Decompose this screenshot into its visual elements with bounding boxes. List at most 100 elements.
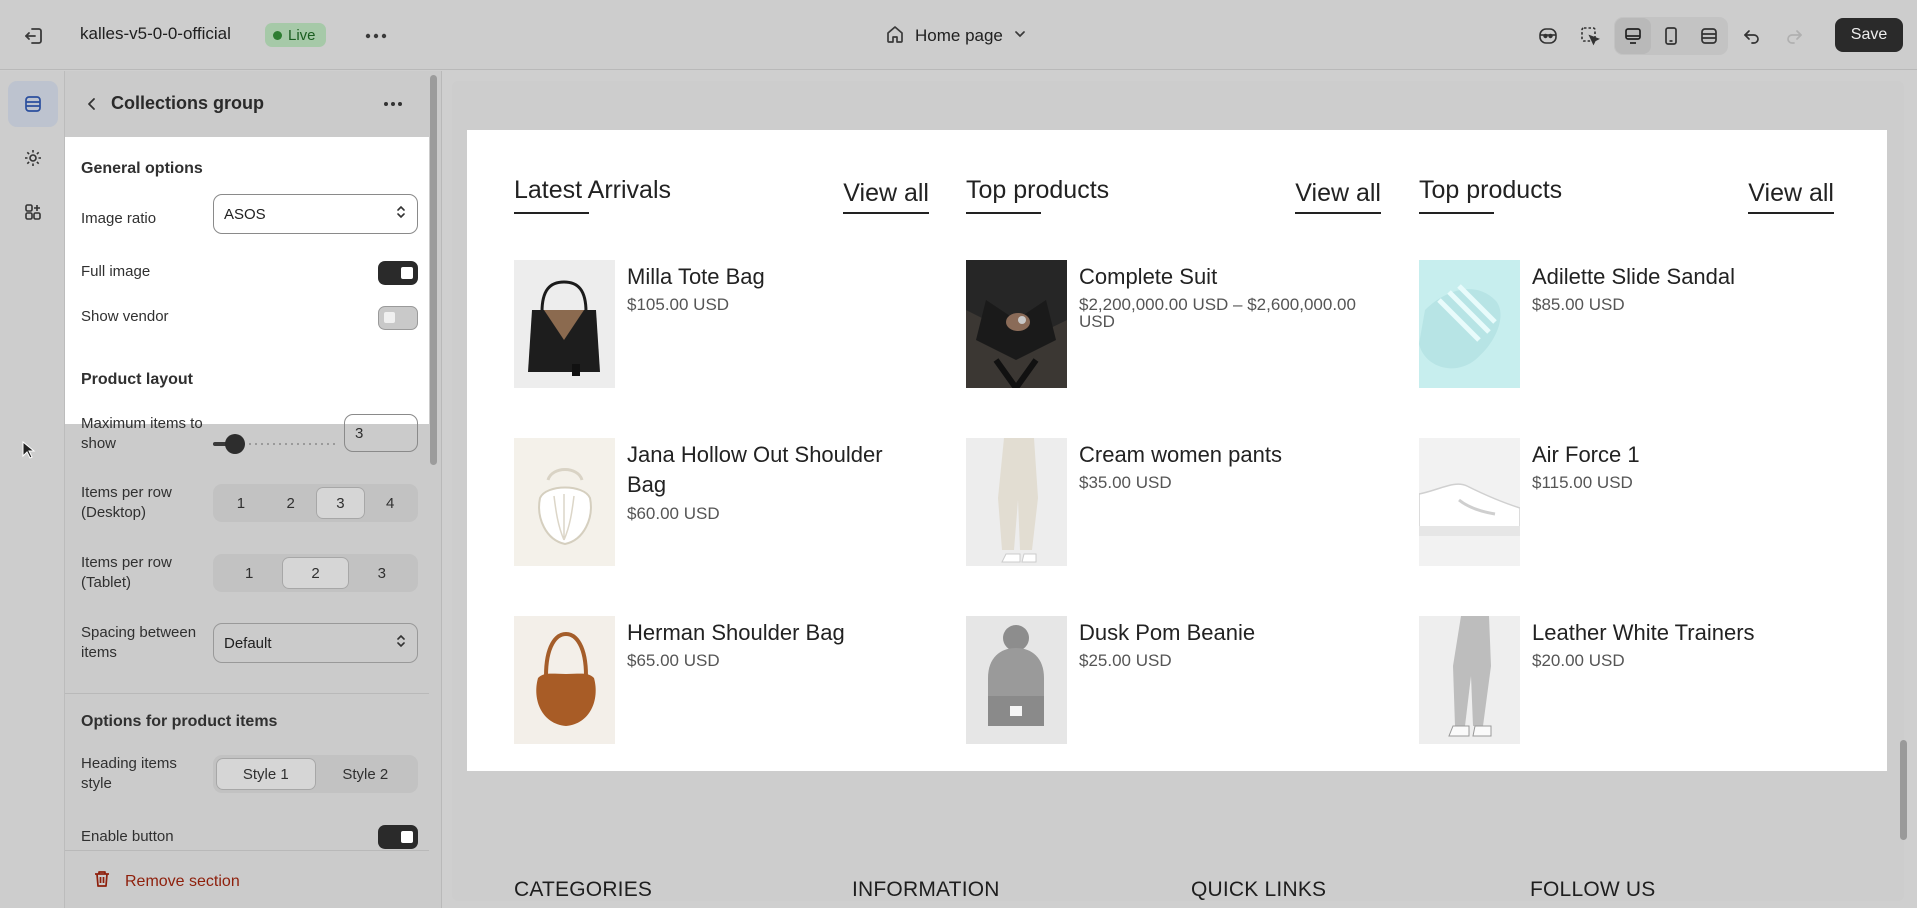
product-layout-title: Product layout <box>81 371 194 388</box>
product-image-shoulder-bag <box>514 438 615 566</box>
desktop-icon[interactable] <box>1615 18 1651 54</box>
more-icon[interactable] <box>360 22 392 50</box>
product-price: $105.00 USD <box>627 295 730 314</box>
panel-scrollbar[interactable] <box>430 75 437 465</box>
page-selector[interactable]: Home page <box>885 22 1027 50</box>
max-items-slider[interactable] <box>213 432 335 456</box>
product-image-sneaker <box>1419 438 1520 566</box>
max-items-label: Maximum items to show <box>81 415 203 452</box>
per-row-tablet-option[interactable]: 2 <box>282 557 349 589</box>
mobile-icon[interactable] <box>1653 18 1689 54</box>
view-all-link[interactable]: View all <box>1748 179 1834 214</box>
status-badge: Live <box>265 23 326 47</box>
product-name[interactable]: Milla Tote Bag <box>627 262 927 292</box>
per-row-desktop-option[interactable]: 3 <box>315 487 366 519</box>
redo-icon[interactable] <box>1776 18 1812 54</box>
product-name[interactable]: Cream women pants <box>1079 440 1379 470</box>
heading-style-label: Heading items style <box>81 755 177 792</box>
image-ratio-value: ASOS <box>224 205 266 223</box>
select-arrows-icon <box>395 203 407 225</box>
product-image-sandal <box>1419 260 1520 388</box>
max-items-input[interactable]: 3 <box>344 414 418 452</box>
view-all-link[interactable]: View all <box>1295 179 1381 214</box>
product-image-suit <box>966 260 1067 388</box>
show-vendor-toggle[interactable] <box>378 306 418 330</box>
page-selector-label: Home page <box>915 26 1003 45</box>
save-button[interactable]: Save <box>1835 18 1903 52</box>
trash-icon <box>93 869 111 894</box>
product-price: $35.00 USD <box>1079 473 1172 492</box>
section-settings-panel: Collections group General options Image … <box>65 71 442 908</box>
view-all-link[interactable]: View all <box>843 179 929 214</box>
product-items-title: Options for product items <box>81 713 278 730</box>
per-row-desktop-segmented: 1234 <box>213 484 418 522</box>
product-name[interactable]: Herman Shoulder Bag <box>627 618 927 648</box>
toolbar-icons <box>1530 17 1812 55</box>
product-card[interactable]: Milla Tote Bag $105.00 USD <box>514 260 929 388</box>
mouse-cursor-icon <box>22 440 36 464</box>
ai-assistant-icon[interactable] <box>1530 18 1566 54</box>
fullscreen-icon[interactable] <box>1691 18 1727 54</box>
top-bar: kalles-v5-0-0-official Live Home page Sa… <box>0 0 1917 70</box>
sections-icon[interactable] <box>8 81 58 127</box>
image-ratio-select[interactable]: ASOS <box>213 194 418 234</box>
product-price: $2,200,000.00 USD – $2,600,000.00 USD <box>1079 295 1356 331</box>
product-card[interactable]: Leather White Trainers $20.00 USD <box>1419 616 1834 744</box>
product-name[interactable]: Adilette Slide Sandal <box>1532 262 1832 292</box>
enable-button-toggle[interactable] <box>378 825 418 849</box>
slider-thumb[interactable] <box>225 434 245 454</box>
product-card[interactable]: Air Force 1 $115.00 USD <box>1419 438 1834 566</box>
more-icon[interactable] <box>375 89 411 119</box>
heading-style-option[interactable]: Style 2 <box>316 758 416 790</box>
enable-button-label: Enable button <box>81 828 174 845</box>
product-price: $115.00 USD <box>1532 473 1633 492</box>
product-card[interactable]: Cream women pants $35.00 USD <box>966 438 1381 566</box>
full-image-toggle[interactable] <box>378 261 418 285</box>
inspector-icon[interactable] <box>1572 18 1608 54</box>
column-header: Top products View all <box>1419 176 1834 218</box>
product-image-trainers <box>1419 616 1520 744</box>
back-arrow-icon[interactable] <box>77 89 107 119</box>
collections-group-section[interactable]: Latest Arrivals View all Milla Tote Bag … <box>467 130 1887 771</box>
product-card[interactable]: Adilette Slide Sandal $85.00 USD <box>1419 260 1834 388</box>
panel-header: Collections group <box>65 71 442 137</box>
per-row-tablet-option[interactable]: 3 <box>349 557 415 589</box>
remove-section-button[interactable]: Remove section <box>93 869 240 894</box>
column-title: Top products <box>966 176 1110 204</box>
remove-section-label: Remove section <box>125 872 240 890</box>
product-name[interactable]: Air Force 1 <box>1532 440 1832 470</box>
product-image-herman-bag <box>514 616 615 744</box>
spacing-label: Spacing between items <box>81 624 197 661</box>
apps-icon[interactable] <box>8 189 58 235</box>
column-header: Top products View all <box>966 176 1381 218</box>
per-row-desktop-option[interactable]: 1 <box>216 487 266 519</box>
per-row-tablet-segmented: 123 <box>213 554 418 592</box>
heading-style-segmented: Style 1 Style 2 <box>213 755 418 793</box>
spacing-select[interactable]: Default <box>213 623 418 663</box>
per-row-desktop-option[interactable]: 2 <box>266 487 316 519</box>
product-image-tote-bag <box>514 260 615 388</box>
column-title: Latest Arrivals <box>514 176 672 204</box>
product-card[interactable]: Dusk Pom Beanie $25.00 USD <box>966 616 1381 744</box>
per-row-tablet-option[interactable]: 1 <box>216 557 282 589</box>
preview-scrollbar[interactable] <box>1900 740 1907 840</box>
settings-icon[interactable] <box>8 135 58 181</box>
per-row-tablet-label: Items per row (Tablet) <box>81 554 172 591</box>
per-row-desktop-option[interactable]: 4 <box>365 487 415 519</box>
column-header: Latest Arrivals View all <box>514 176 929 218</box>
heading-style-option[interactable]: Style 1 <box>216 758 316 790</box>
product-name[interactable]: Jana Hollow Out Shoulder Bag <box>627 440 927 500</box>
product-card[interactable]: Herman Shoulder Bag $65.00 USD <box>514 616 929 744</box>
product-name[interactable]: Complete Suit <box>1079 262 1379 292</box>
panel-title: Collections group <box>111 93 264 113</box>
product-card[interactable]: Complete Suit $2,200,000.00 USD – $2,600… <box>966 260 1381 388</box>
product-name[interactable]: Leather White Trainers <box>1532 618 1832 648</box>
product-card[interactable]: Jana Hollow Out Shoulder Bag $60.00 USD <box>514 438 929 566</box>
divider <box>65 693 429 694</box>
product-name[interactable]: Dusk Pom Beanie <box>1079 618 1379 648</box>
exit-icon[interactable] <box>20 22 48 50</box>
select-arrows-icon <box>395 632 407 654</box>
spacing-value: Default <box>224 634 272 652</box>
product-price: $85.00 USD <box>1532 295 1625 314</box>
undo-icon[interactable] <box>1734 18 1770 54</box>
